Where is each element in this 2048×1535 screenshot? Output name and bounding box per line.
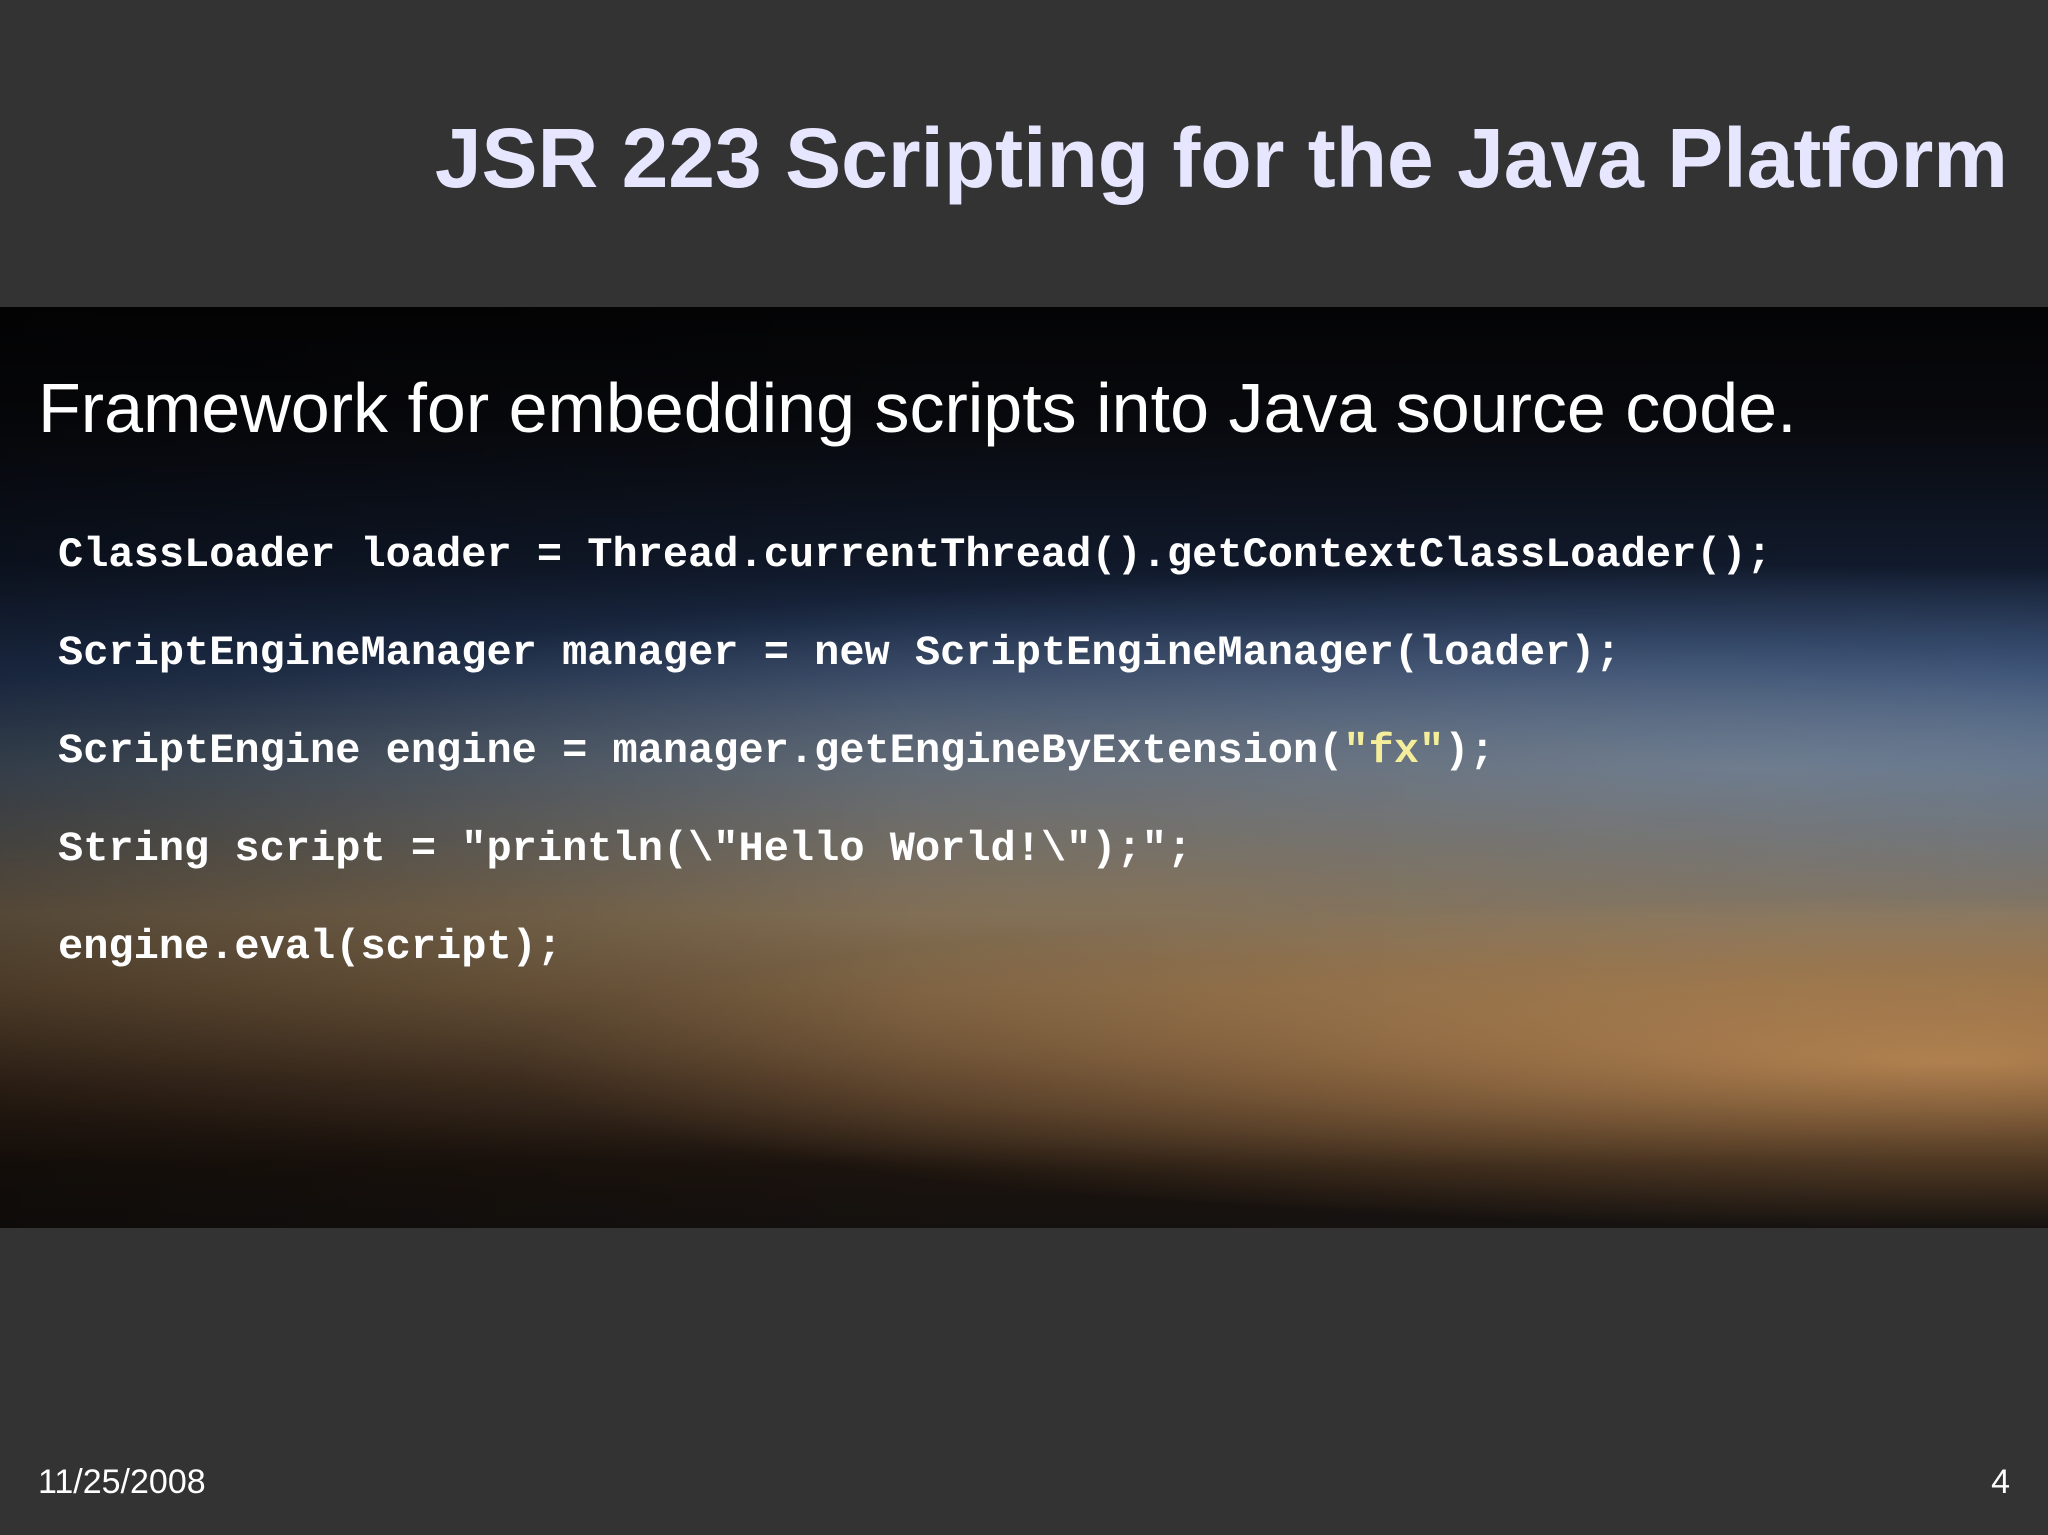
slide-title: JSR 223 Scripting for the Java Platform: [434, 111, 2008, 205]
slide: JSR 223 Scripting for the Java Platform …: [0, 0, 2048, 1535]
page-number: 4: [1991, 1463, 2010, 1501]
footer-date: 11/25/2008: [38, 1463, 206, 1501]
code-line: ScriptEngineManager manager = new Script…: [58, 629, 1621, 677]
title-bar: JSR 223 Scripting for the Java Platform: [0, 0, 2048, 307]
code-line: engine.eval(script);: [58, 923, 563, 971]
highlighted-string: "fx": [1343, 727, 1445, 775]
code-line: ScriptEngine engine = manager.getEngineB…: [58, 721, 1772, 819]
code-line: String script = "println(\"Hello World!\…: [58, 825, 1193, 873]
code-block: ClassLoader loader = Thread.currentThrea…: [58, 525, 1772, 1015]
slide-subtitle: Framework for embedding scripts into Jav…: [38, 369, 1797, 447]
code-line: ClassLoader loader = Thread.currentThrea…: [58, 531, 1772, 579]
code-fragment: ScriptEngine engine = manager.getEngineB…: [58, 727, 1344, 775]
code-fragment: );: [1444, 727, 1495, 775]
content-banner: Framework for embedding scripts into Jav…: [0, 307, 2048, 1228]
